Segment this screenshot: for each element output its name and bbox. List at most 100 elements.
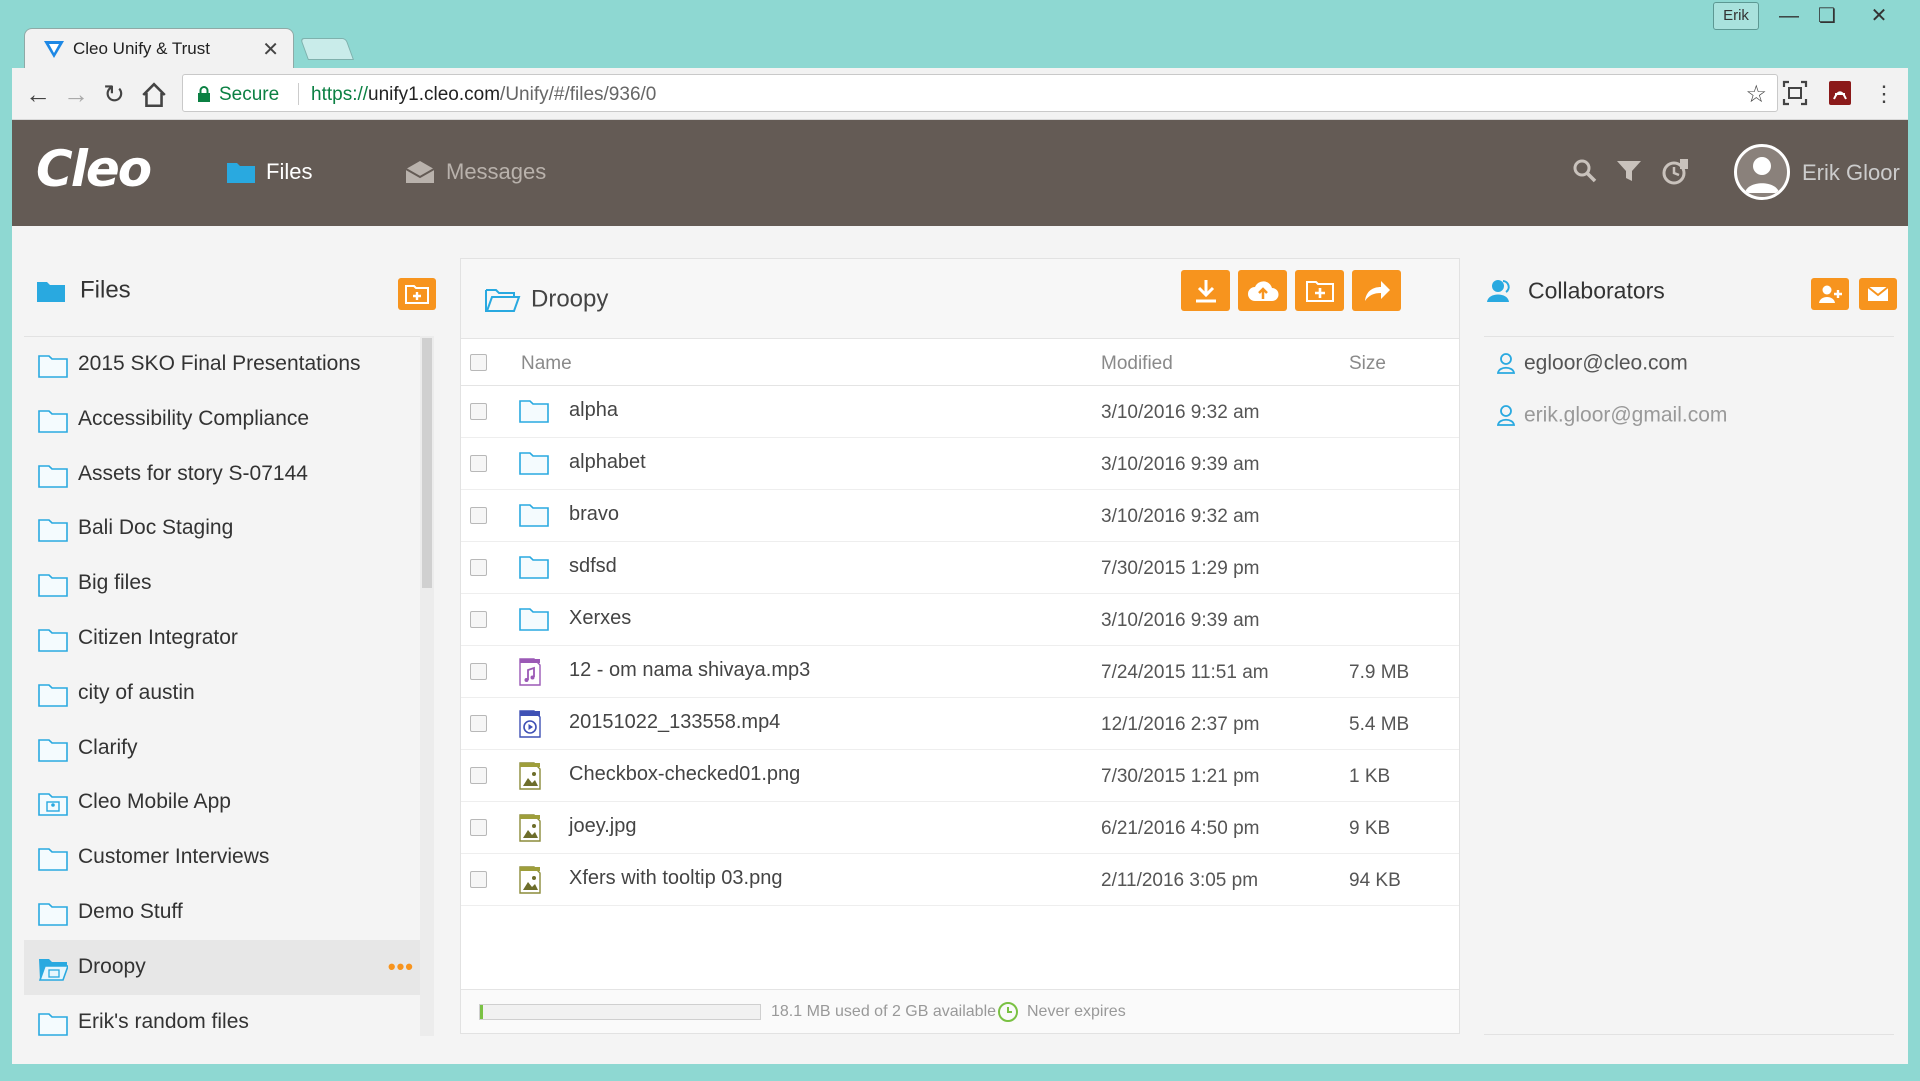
file-name[interactable]: Xerxes — [569, 607, 631, 630]
folder-icon — [38, 848, 68, 871]
file-modified: 2/11/2016 3:05 pm — [1101, 870, 1259, 891]
forward-icon[interactable]: → — [62, 80, 90, 108]
user-name[interactable]: Erik Gloor — [1802, 160, 1900, 186]
file-name[interactable]: sdfsd — [569, 555, 617, 578]
folder-open-icon — [485, 288, 521, 312]
file-modified: 3/10/2016 9:39 am — [1101, 454, 1260, 475]
pdf-extension-icon[interactable] — [1828, 80, 1852, 106]
maximize-icon[interactable]: ❏ — [1812, 4, 1842, 28]
new-folder-button[interactable] — [398, 278, 436, 310]
row-checkbox[interactable] — [470, 507, 487, 524]
sidebar-scrollbar-thumb[interactable] — [422, 338, 432, 588]
table-row[interactable]: bravo 3/10/2016 9:32 am — [461, 490, 1459, 542]
nav-files[interactable]: Files — [226, 158, 312, 188]
share-button[interactable] — [1352, 270, 1401, 311]
row-checkbox[interactable] — [470, 819, 487, 836]
row-checkbox[interactable] — [470, 455, 487, 472]
storage-usage-text: 18.1 MB used of 2 GB available — [771, 1003, 997, 1020]
sidebar-folder-item[interactable]: Cleo Mobile App — [24, 775, 432, 830]
table-row[interactable]: sdfsd 7/30/2015 1:29 pm — [461, 542, 1459, 594]
more-options-icon[interactable]: ••• — [388, 940, 414, 994]
table-row[interactable]: Checkbox-checked01.png 7/30/2015 1:21 pm 1… — [461, 750, 1459, 802]
row-checkbox[interactable] — [470, 403, 487, 420]
browser-tab[interactable]: Cleo Unify & Trust ✕ — [24, 28, 294, 68]
back-icon[interactable]: ← — [24, 80, 52, 108]
file-name[interactable]: Checkbox-checked01.png — [569, 763, 800, 786]
file-name[interactable]: alpha — [569, 399, 618, 422]
cleo-logo[interactable]: Cleo — [36, 140, 152, 198]
table-row[interactable]: Xerxes 3/10/2016 9:39 am — [461, 594, 1459, 646]
sidebar-folder-item[interactable]: 2015 SKO Final Presentations — [24, 337, 432, 392]
sidebar-folder-item[interactable]: Accessibility Compliance — [24, 392, 432, 447]
folder-icon — [38, 574, 68, 597]
sidebar-folder-item[interactable]: Droopy ••• — [24, 939, 432, 995]
collaborator-item[interactable]: egloor@cleo.com — [1496, 351, 1688, 375]
activity-icon[interactable] — [1660, 158, 1690, 186]
table-row[interactable]: alpha 3/10/2016 9:32 am — [461, 386, 1459, 438]
folder-icon — [519, 452, 549, 475]
file-modified: 3/10/2016 9:32 am — [1101, 402, 1260, 423]
table-row[interactable]: 12 - om nama shivaya.mp3 7/24/2015 11:51 … — [461, 646, 1459, 698]
sidebar-header: Files — [36, 276, 131, 305]
add-user-icon — [1819, 285, 1842, 303]
sidebar-folder-item[interactable]: Big files — [24, 556, 432, 611]
user-outline-icon — [1496, 353, 1516, 375]
file-name[interactable]: Xfers with tooltip 03.png — [569, 867, 782, 890]
file-name[interactable]: alphabet — [569, 451, 646, 474]
row-checkbox[interactable] — [470, 559, 487, 576]
column-modified[interactable]: Modified — [1101, 353, 1173, 375]
row-checkbox[interactable] — [470, 871, 487, 888]
sidebar-folder-item[interactable]: Clarify — [24, 721, 432, 776]
folder-icon — [38, 738, 68, 762]
download-button[interactable] — [1181, 270, 1230, 311]
sidebar-folder-item[interactable]: Assets for story S-07144 — [24, 447, 432, 502]
row-checkbox[interactable] — [470, 611, 487, 628]
table-row[interactable]: alphabet 3/10/2016 9:39 am — [461, 438, 1459, 490]
table-row[interactable]: 20151022_133558.mp4 12/1/2016 2:37 pm 5.4 … — [461, 698, 1459, 750]
url-text[interactable]: https://unify1.cleo.com/Unify/#/files/93… — [311, 84, 656, 106]
column-name[interactable]: Name — [521, 353, 572, 375]
upload-button[interactable] — [1238, 270, 1287, 311]
sidebar-folder-item[interactable]: city of austin — [24, 666, 432, 721]
file-name[interactable]: 20151022_133558.mp4 — [569, 711, 780, 734]
select-all-checkbox[interactable] — [470, 354, 487, 371]
column-size[interactable]: Size — [1349, 353, 1386, 375]
reload-icon[interactable]: ↻ — [100, 80, 128, 108]
new-tab-button[interactable] — [299, 38, 355, 60]
collaborator-item[interactable]: erik.gloor@gmail.com — [1496, 403, 1727, 427]
sidebar-folder-item[interactable]: Citizen Integrator — [24, 611, 432, 666]
row-checkbox[interactable] — [470, 663, 487, 680]
bookmark-star-icon[interactable]: ☆ — [1745, 80, 1767, 109]
file-name[interactable]: joey.jpg — [569, 815, 636, 838]
filter-icon[interactable] — [1616, 158, 1642, 184]
row-checkbox[interactable] — [470, 715, 487, 732]
add-folder-button[interactable] — [1295, 270, 1344, 311]
profile-button[interactable]: Erik — [1713, 2, 1759, 30]
sidebar-folder-item[interactable]: Customer Interviews — [24, 830, 432, 885]
row-checkbox[interactable] — [470, 767, 487, 784]
file-name[interactable]: 12 - om nama shivaya.mp3 — [569, 659, 810, 682]
nav-messages[interactable]: Messages — [404, 158, 546, 188]
search-icon[interactable] — [1572, 158, 1598, 184]
email-collaborators-button[interactable] — [1859, 278, 1897, 310]
table-row[interactable]: joey.jpg 6/21/2016 4:50 pm 9 KB — [461, 802, 1459, 854]
screencast-extension-icon[interactable] — [1782, 80, 1808, 106]
main-content: Files 2015 SKO Final Presentations Access… — [12, 226, 1908, 1064]
home-icon[interactable] — [140, 81, 168, 109]
avatar[interactable] — [1734, 144, 1790, 200]
lock-icon — [198, 86, 210, 102]
window-close-icon[interactable]: ✕ — [1864, 4, 1894, 28]
sidebar-folder-item[interactable]: Erik's random files — [24, 995, 432, 1036]
table-row[interactable]: Xfers with tooltip 03.png 2/11/2016 3:05 … — [461, 854, 1459, 906]
add-collaborator-button[interactable] — [1811, 278, 1849, 310]
tab-close-icon[interactable]: ✕ — [262, 37, 279, 62]
browser-menu-icon[interactable]: ⋮ — [1870, 80, 1898, 108]
minimize-icon[interactable]: — — [1774, 4, 1804, 28]
folder-title: Droopy — [485, 285, 608, 314]
file-name[interactable]: bravo — [569, 503, 619, 526]
sidebar-folder-item[interactable]: Demo Stuff — [24, 885, 432, 940]
address-bar[interactable]: Secure https://unify1.cleo.com/Unify/#/f… — [182, 74, 1778, 112]
sidebar-folder-item[interactable]: Bali Doc Staging — [24, 501, 432, 556]
cloud-upload-icon — [1247, 280, 1278, 301]
storage-usage-bar — [479, 1004, 761, 1020]
